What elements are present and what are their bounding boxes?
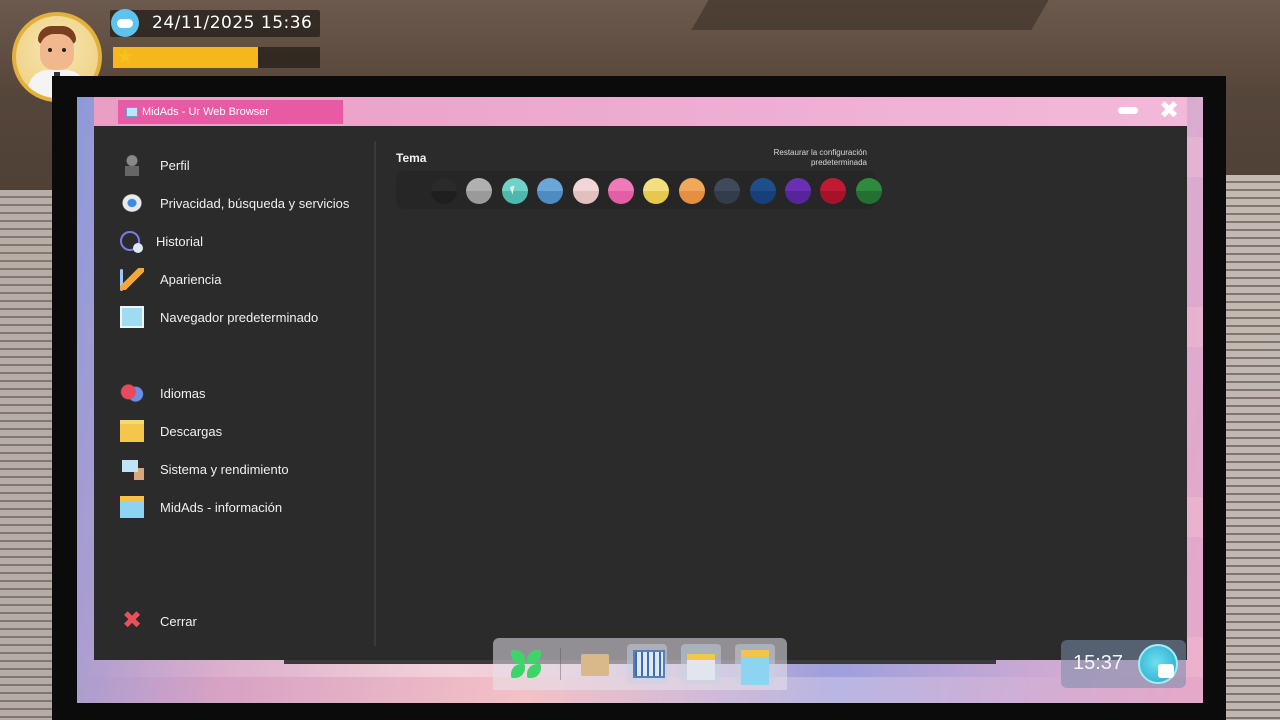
theme-swatch[interactable]	[501, 178, 528, 204]
sidebar-item-label: Perfil	[160, 157, 190, 173]
midads-icon	[120, 496, 144, 518]
red-x-icon: ✖	[121, 607, 143, 634]
sidebar-item-idiomas[interactable]: Idiomas	[120, 378, 206, 408]
browser-window: MidAds - Ur Web Browser ✖ Perfil Privaci…	[94, 97, 1187, 660]
swatch-bottom	[572, 191, 599, 204]
sidebar-item-privacidad[interactable]: Privacidad, búsqueda y servicios	[120, 188, 349, 218]
theme-swatch[interactable]	[608, 178, 634, 204]
sidebar-item-label: Historial	[156, 233, 203, 249]
sidebar-item-label: Navegador predeterminado	[160, 309, 319, 325]
sidebar-item-label: Apariencia	[160, 271, 222, 287]
swatch-bottom	[855, 191, 882, 204]
swatch-top	[572, 178, 599, 191]
swatch-bottom	[431, 191, 457, 204]
star-icon: ★	[116, 46, 134, 68]
swatch-bottom	[678, 191, 705, 204]
sidebar-item-perfil[interactable]: Perfil	[120, 150, 190, 180]
sidebar-divider	[374, 141, 376, 646]
sidebar-item-sistema[interactable]: Sistema y rendimiento	[120, 454, 289, 484]
close-icon[interactable]: ✖	[1157, 98, 1181, 124]
swatch-top	[466, 178, 493, 191]
swatch-top	[608, 178, 634, 191]
swatch-bottom	[608, 191, 634, 204]
swatch-bottom	[749, 191, 776, 204]
start-icon[interactable]	[507, 644, 547, 684]
folder-icon	[120, 420, 144, 442]
close-settings-button[interactable]: ✖ Cerrar	[120, 606, 197, 636]
profile-icon	[120, 154, 144, 176]
swatch-top	[678, 178, 705, 191]
room-window-right	[1225, 175, 1280, 720]
files-icon[interactable]	[575, 644, 615, 684]
sidebar-item-label: Privacidad, búsqueda y servicios	[160, 195, 350, 211]
taskbar-separator	[560, 648, 561, 680]
theater-masks-icon	[120, 382, 144, 404]
weather-cloud-icon	[111, 9, 139, 37]
swatch-bottom	[820, 191, 847, 204]
avatar-eye	[62, 48, 66, 52]
sidebar-item-apariencia[interactable]: Apariencia	[120, 264, 221, 294]
theme-swatch[interactable]	[785, 178, 811, 204]
theme-swatch[interactable]	[572, 178, 599, 204]
theme-swatch[interactable]	[678, 178, 705, 204]
sidebar-item-label: Descargas	[160, 423, 223, 439]
browser-tab[interactable]: MidAds - Ur Web Browser	[118, 100, 343, 124]
taskbar	[493, 638, 787, 690]
browser-title: MidAds - Ur Web Browser	[142, 106, 269, 118]
room-beam	[691, 0, 1049, 30]
datetime-text: 24/11/2025 15:36	[152, 13, 313, 33]
swatch-top	[855, 178, 882, 191]
avatar-face	[40, 34, 74, 70]
pencil-icon	[120, 268, 144, 290]
title-bar[interactable]: MidAds - Ur Web Browser ✖	[94, 97, 1187, 126]
theme-swatch[interactable]	[643, 178, 670, 204]
theme-swatch[interactable]	[714, 178, 741, 204]
theme-swatch[interactable]	[537, 178, 564, 204]
theme-heading: Tema	[396, 151, 427, 165]
swatch-top	[714, 178, 741, 191]
swatch-top	[749, 178, 776, 191]
avatar-eye	[48, 48, 52, 52]
sidebar-item-navegador[interactable]: Navegador predeterminado	[120, 302, 318, 332]
swatch-top	[820, 178, 847, 191]
xp-bar	[113, 47, 320, 68]
swatch-top	[643, 178, 670, 191]
browser-icon[interactable]	[735, 644, 775, 685]
control-panel-icon[interactable]	[627, 644, 667, 684]
swatch-bottom	[643, 191, 670, 204]
sidebar-item-label: Sistema y rendimiento	[160, 461, 289, 477]
store-icon[interactable]	[681, 644, 721, 684]
clock-time: 15:37	[1073, 652, 1124, 674]
swatch-top	[785, 178, 811, 191]
swatch-top	[431, 178, 457, 191]
computer-icon	[120, 458, 144, 480]
theme-swatch[interactable]	[749, 178, 776, 204]
theme-swatch[interactable]	[431, 178, 457, 204]
theme-swatch[interactable]	[820, 178, 847, 204]
settings-sidebar: Perfil Privacidad, búsqueda y servicios …	[94, 126, 374, 660]
sidebar-item-label: MidAds - información	[160, 499, 283, 515]
browser-window-icon	[120, 306, 144, 328]
swatch-bottom	[714, 191, 741, 204]
theme-swatch-row	[396, 171, 882, 209]
eye-icon	[120, 192, 144, 214]
swatch-bottom	[537, 191, 564, 204]
theme-swatch[interactable]	[466, 178, 493, 204]
minimize-icon[interactable]	[1118, 107, 1138, 114]
globe-icon[interactable]	[1138, 644, 1178, 684]
room-window-left	[0, 190, 52, 720]
appearance-panel: Tema Restaurar la configuración predeter…	[377, 126, 1187, 660]
sidebar-item-descargas[interactable]: Descargas	[120, 416, 222, 446]
theme-swatch[interactable]	[855, 178, 882, 204]
sidebar-item-label: Idiomas	[160, 385, 206, 401]
sidebar-item-historial[interactable]: Historial	[120, 226, 203, 256]
swatch-top	[537, 178, 564, 191]
swatch-bottom	[785, 191, 811, 204]
history-icon	[120, 231, 143, 253]
restore-defaults-link[interactable]: Restaurar la configuración predeterminad…	[732, 148, 867, 168]
browser-tab-icon	[126, 107, 138, 117]
swatch-bottom	[466, 191, 493, 204]
sidebar-item-midads-info[interactable]: MidAds - información	[120, 492, 282, 522]
close-settings-label: Cerrar	[160, 613, 197, 629]
